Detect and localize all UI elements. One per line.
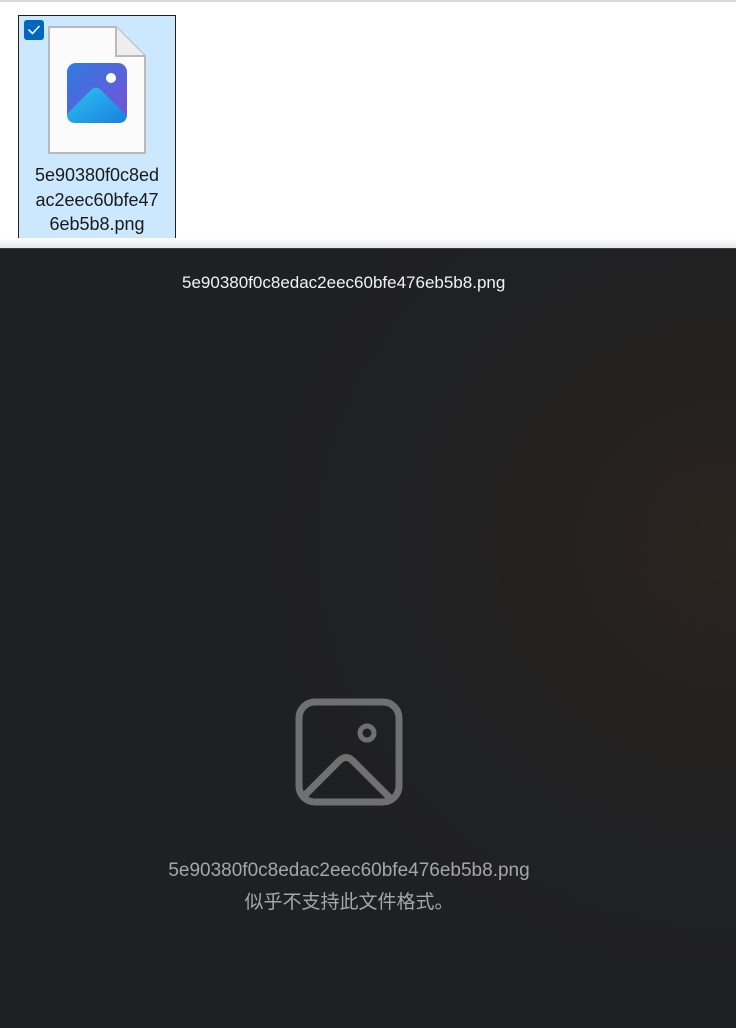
image-file-icon — [48, 26, 146, 154]
file-item[interactable]: 5e90380f0c8ed ac2eec60bfe47 6eb5b8.png — [18, 15, 176, 240]
checkbox-checked-icon[interactable] — [24, 20, 44, 40]
viewer-title: 5e90380f0c8edac2eec60bfe476eb5b8.png — [182, 273, 506, 292]
file-explorer-pane: 5e90380f0c8ed ac2eec60bfe47 6eb5b8.png — [0, 0, 736, 248]
unsupported-filename: 5e90380f0c8edac2eec60bfe476eb5b8.png — [168, 860, 530, 881]
file-name-label: 5e90380f0c8ed ac2eec60bfe47 6eb5b8.png — [34, 165, 160, 234]
image-placeholder-icon — [295, 698, 403, 806]
pane-divider — [0, 238, 736, 248]
image-viewer: 5e90380f0c8edac2eec60bfe476eb5b8.png 5e9… — [0, 248, 736, 1028]
unsupported-format-message: 似乎不支持此文件格式。 — [244, 892, 454, 913]
